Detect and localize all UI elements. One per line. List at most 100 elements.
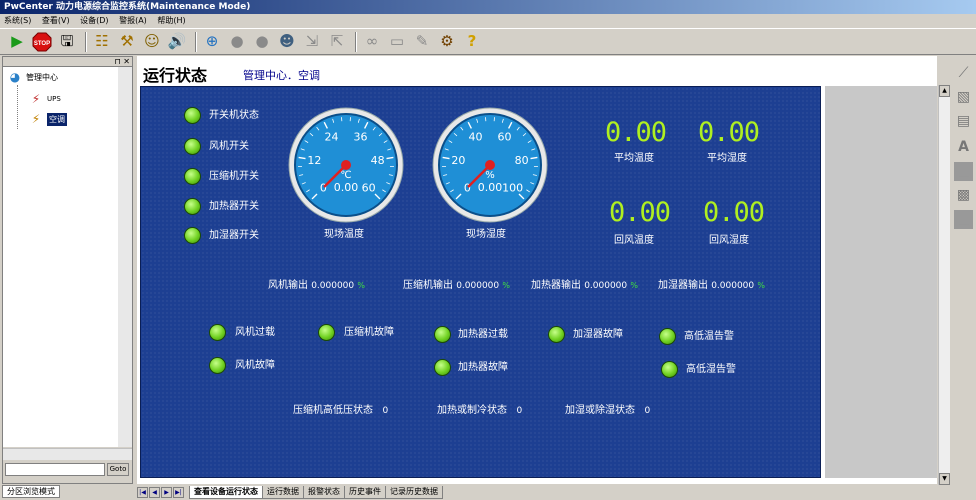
aircon-device-icon: ⚡	[31, 112, 41, 126]
canvas-margin	[825, 86, 937, 478]
status-panel: 开关机状态 风机开关 压缩机开关 加热器开关 加湿器开关 0 12 24 36 48 60…	[140, 86, 821, 478]
first-tab-icon[interactable]: |◀	[137, 487, 148, 498]
window-icon[interactable]: ▭	[386, 31, 408, 53]
menu-system[interactable]: 系统(S)	[4, 16, 31, 25]
output-fan: 风机输出 0.000000 %	[268, 280, 365, 292]
chat-icon[interactable]: ●	[226, 31, 248, 53]
last-tab-icon[interactable]: ▶|	[173, 487, 184, 498]
main-view: 运行状态 管理中心．空调 开关机状态 风机开关 压缩机开关 加热器开关 加湿器开…	[137, 56, 937, 484]
main-vertical-scrollbar[interactable]: ▲ ▼	[938, 85, 950, 485]
tab-running-data[interactable]: 运行数据	[262, 486, 304, 499]
output-label: 加湿器输出	[658, 280, 708, 291]
chart-tool-icon[interactable]: ▤	[954, 112, 973, 131]
alarm-lamp	[318, 324, 335, 341]
status-lamp-label: 压缩机开关	[209, 171, 259, 182]
browse-mode-tab[interactable]: 分区浏览模式	[2, 485, 60, 498]
pin-icon[interactable]: ⊓ ✕	[115, 57, 131, 66]
network-add-icon[interactable]: ⊕	[201, 31, 223, 53]
alarm-lamp	[659, 328, 676, 345]
menu-help[interactable]: 帮助(H)	[157, 16, 185, 25]
readout-label: 平均湿度	[707, 153, 747, 164]
tools-icon[interactable]: ⚙	[436, 31, 458, 53]
lcd-readout: 0.00	[703, 197, 765, 228]
gauge-hub	[485, 160, 495, 170]
navigation-panel: ⊓ ✕ ◕ 管理中心 ⚡ UPS ⚡ 空调 Goto	[2, 56, 133, 484]
output-value: 0.000000	[311, 281, 355, 291]
alarm-lamp	[209, 357, 226, 374]
state-label: 加湿或除湿状态	[565, 405, 635, 416]
status-lamp-label: 风机开关	[209, 141, 249, 152]
ups-device-icon: ⚡	[31, 92, 41, 106]
status-lamp	[184, 107, 201, 124]
output-unit: %	[757, 281, 765, 290]
alarm-lamp	[661, 361, 678, 378]
save-icon[interactable]: 🖫	[56, 31, 78, 53]
help-icon[interactable]: ?	[461, 31, 483, 53]
tree-node-aircon[interactable]: ⚡ 空调	[27, 111, 67, 127]
toolbar-separator	[195, 31, 197, 52]
panel-header: ⊓ ✕	[3, 57, 132, 67]
prev-tab-icon[interactable]: ◀	[149, 487, 160, 498]
output-humidifier: 加湿器输出 0.000000 %	[658, 280, 765, 292]
menu-alarm[interactable]: 警报(A)	[119, 16, 147, 25]
menu-bar: 系统(S) 查看(V) 设备(D) 警报(A) 帮助(H)	[0, 14, 976, 27]
page-breadcrumb: 管理中心．空调	[243, 69, 320, 82]
output-value: 0.000000	[711, 281, 755, 291]
toolbar: ▶ STOP 🖫 ☷ ⚒ ☺ 🔊 ⊕ ● ● ☻ ⇲ ⇱ ∞ ▭ ✎ ⚙ ?	[0, 28, 976, 55]
sound-icon[interactable]: 🔊	[166, 31, 188, 53]
output-label: 加热器输出	[531, 280, 581, 291]
tree-node-ups[interactable]: ⚡ UPS	[27, 91, 61, 107]
goto-button[interactable]: Goto	[107, 463, 129, 476]
export-icon[interactable]: ⇱	[326, 31, 348, 53]
state-value: 0	[382, 406, 389, 416]
gauge-label: 现场温度	[324, 229, 364, 240]
tree-view-icon[interactable]: ☷	[91, 31, 113, 53]
goto-input[interactable]	[5, 463, 105, 476]
text-tool-icon[interactable]: A	[954, 138, 973, 157]
alarm-label: 风机过载	[235, 327, 275, 338]
config-icon[interactable]: ⚒	[116, 31, 138, 53]
gauge-tick-label: 60	[362, 182, 376, 195]
tab-history-events[interactable]: 历史事件	[344, 486, 386, 499]
gauge-tick-label: 40	[468, 130, 482, 143]
gauge-tick-label: 80	[515, 154, 529, 167]
tab-record-history[interactable]: 记录历史数据	[385, 486, 443, 499]
run-icon[interactable]: ▶	[6, 31, 28, 53]
tab-device-status[interactable]: 查看设备运行状态	[189, 486, 263, 499]
line-tool-icon[interactable]: ⟋	[954, 64, 973, 83]
link-icon[interactable]: ∞	[361, 31, 383, 53]
import-icon[interactable]: ⇲	[301, 31, 323, 53]
status-lamp	[184, 138, 201, 155]
tree-horizontal-scrollbar[interactable]	[3, 448, 132, 460]
readout-label: 回风湿度	[709, 235, 749, 246]
output-value: 0.000000	[456, 281, 500, 291]
menu-view[interactable]: 查看(V)	[42, 16, 70, 25]
alarm-lamp	[209, 324, 226, 341]
scroll-up-icon[interactable]: ▲	[939, 85, 950, 97]
state-value: 0	[644, 406, 651, 416]
output-label: 压缩机输出	[403, 280, 453, 291]
status-lamp-label: 开关机状态	[209, 110, 259, 121]
fill-tool-icon[interactable]: ■	[954, 210, 973, 229]
state-heat-cool: 加热或制冷状态 0	[437, 405, 522, 417]
comment-icon[interactable]: ●	[251, 31, 273, 53]
user-icon[interactable]: ☺	[141, 31, 163, 53]
next-tab-icon[interactable]: ▶	[161, 487, 172, 498]
gauge-tick-label: 12	[307, 154, 321, 167]
tree-node-root[interactable]: ◕ 管理中心	[6, 69, 58, 85]
gauge-tick-label: 60	[498, 130, 512, 143]
readout-label: 平均温度	[614, 153, 654, 164]
tab-alarm-status[interactable]: 报警状态	[303, 486, 345, 499]
stop-button[interactable]: STOP	[31, 31, 53, 53]
menu-device[interactable]: 设备(D)	[80, 16, 108, 25]
edit-icon[interactable]: ✎	[411, 31, 433, 53]
picture-tool-icon[interactable]: ▩	[954, 186, 973, 205]
image-tool-icon[interactable]: ▧	[954, 88, 973, 107]
rect-tool-icon[interactable]: ■	[954, 162, 973, 181]
users-icon[interactable]: ☻	[276, 31, 298, 53]
alarm-lamp	[434, 326, 451, 343]
scroll-down-icon[interactable]: ▼	[939, 473, 950, 485]
state-value: 0	[516, 406, 523, 416]
lcd-readout: 0.00	[609, 197, 671, 228]
gauge-tick-label: 100	[502, 182, 523, 195]
